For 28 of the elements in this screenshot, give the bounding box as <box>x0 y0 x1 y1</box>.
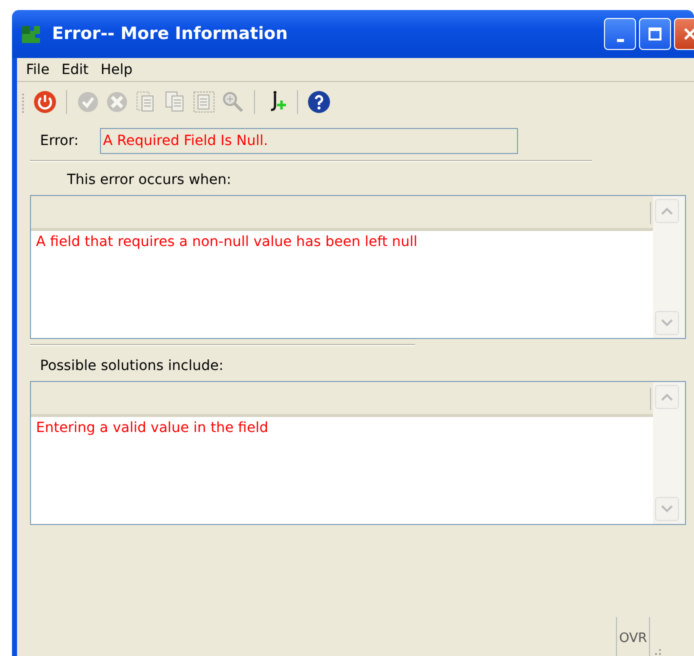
scroll-up-icon[interactable] <box>655 385 679 409</box>
section-heading: Possible solutions include: <box>39 358 224 374</box>
window-title: Error-- More Information <box>52 24 289 44</box>
scrollbar[interactable] <box>653 382 685 524</box>
section-heading: This error occurs when: <box>66 172 232 188</box>
power-icon[interactable] <box>32 89 58 115</box>
maximize-button[interactable] <box>639 18 671 50</box>
scroll-down-icon[interactable] <box>655 497 679 521</box>
maximize-icon <box>648 27 662 41</box>
minimize-button[interactable] <box>604 18 636 50</box>
scroll-down-icon[interactable] <box>655 311 679 335</box>
scrollbar[interactable] <box>653 196 685 338</box>
error-label: Error: <box>39 133 80 149</box>
resize-grip-icon <box>652 646 662 656</box>
menu-item[interactable]: File <box>21 62 54 78</box>
text-area[interactable]: A field that requires a non-null value has been left null <box>30 195 686 339</box>
text-area[interactable]: Entering a valid value in the field <box>30 381 686 525</box>
help-icon[interactable] <box>306 89 332 115</box>
occurs-text: A field that requires a non-null value has been left null <box>35 233 418 252</box>
menu-item[interactable]: Edit <box>56 62 94 78</box>
close-icon <box>683 27 694 41</box>
status-mode: OVR <box>616 617 650 656</box>
minimize-icon <box>616 38 624 42</box>
toolbar-grip-icon <box>21 91 25 113</box>
menu-item[interactable]: Help <box>96 62 138 78</box>
solutions-text: Entering a valid value in the field <box>35 419 270 438</box>
scroll-up-icon[interactable] <box>655 199 679 223</box>
puzzle-icon <box>20 23 42 45</box>
